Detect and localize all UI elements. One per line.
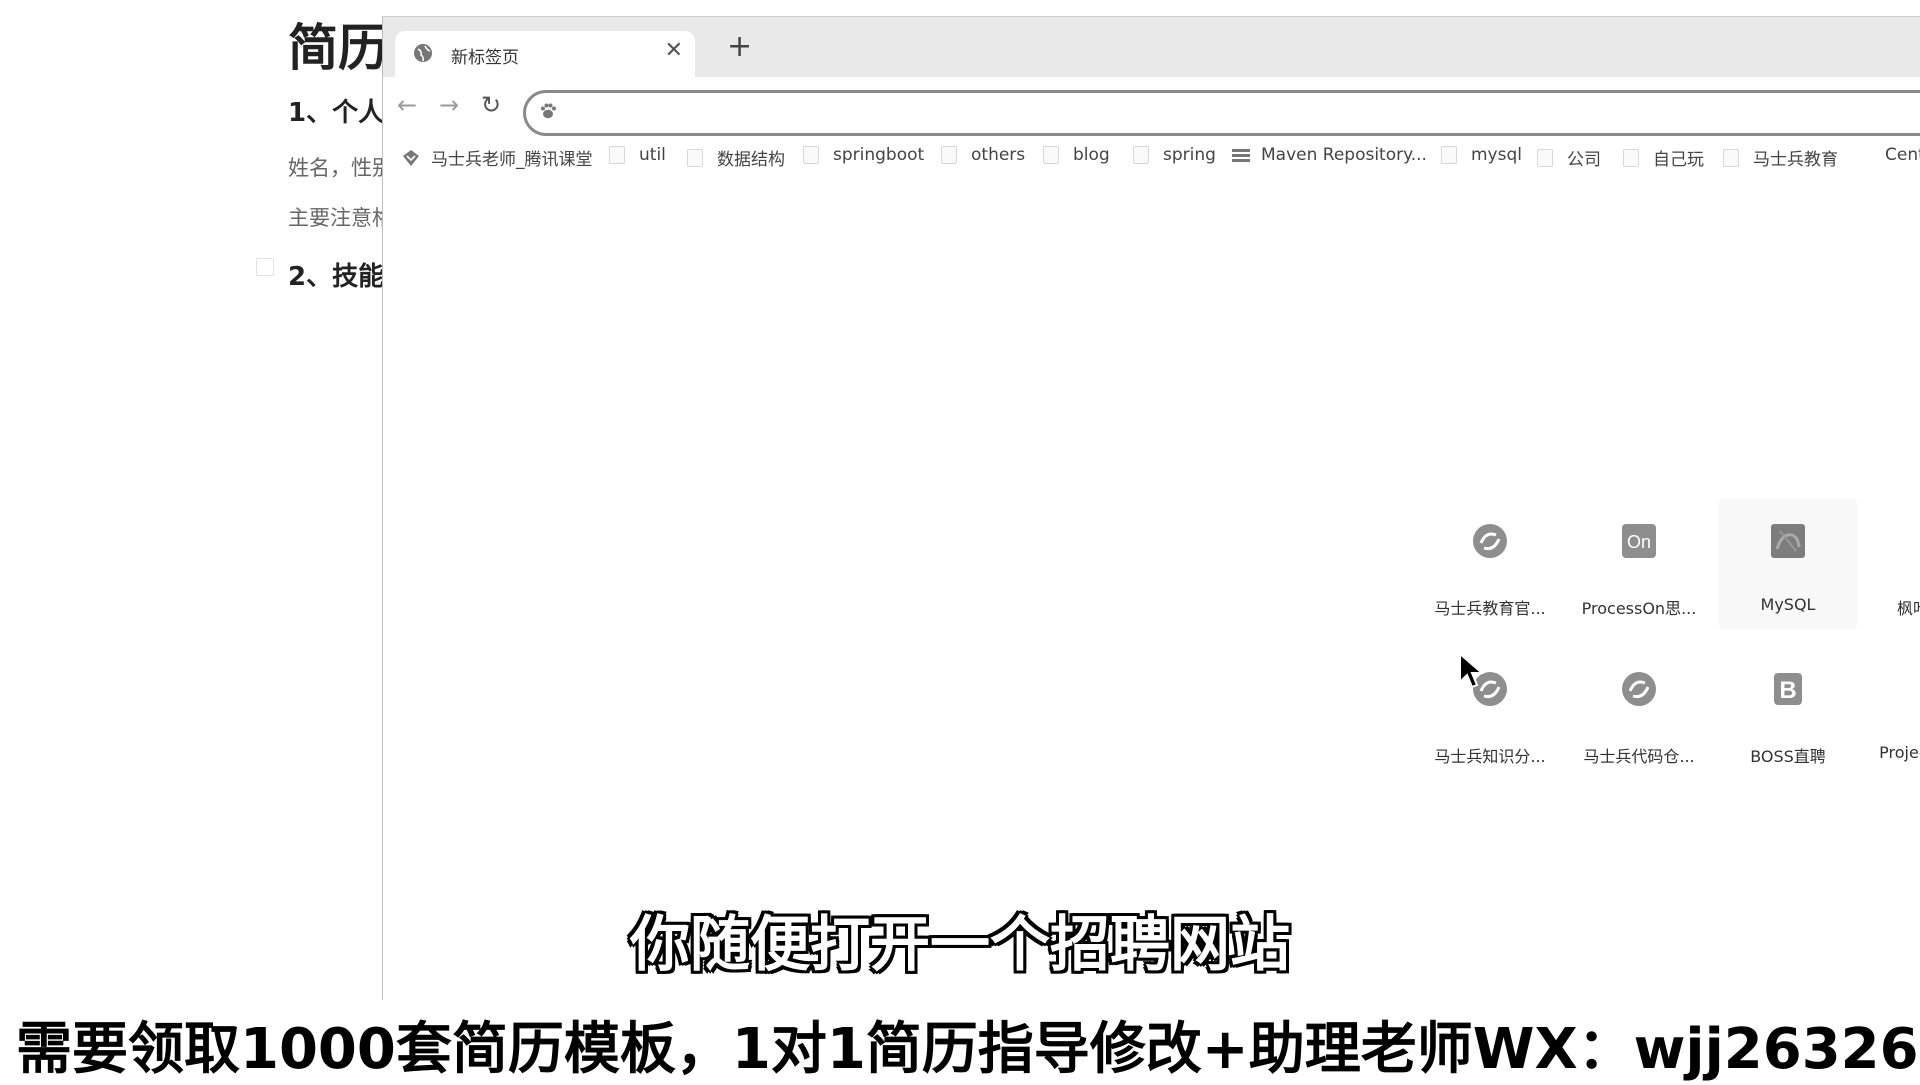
bookmark-label: 自己玩	[1653, 150, 1704, 170]
shortcut-tile[interactable]: 马士兵代码仓...	[1569, 647, 1709, 777]
bookmarks-bar: 马士兵老师_腾讯课堂 util 数据结构 springboot others b…	[383, 141, 1920, 177]
bookmark-label: Maven Repository...	[1261, 145, 1427, 165]
bookmark-label: Cent	[1885, 145, 1920, 165]
maven-icon	[1232, 149, 1250, 162]
address-bar[interactable]	[523, 90, 1920, 136]
shortcut-label: Projects · Da...	[1879, 743, 1920, 762]
reload-icon[interactable]: ↻	[481, 91, 501, 119]
background-document: 简历 1、个人 姓名，性别 主要注意格 2、技能	[0, 0, 400, 1000]
bookmark-label: others	[971, 145, 1026, 165]
shortcut-label: 枫叶云笔记	[1896, 599, 1920, 618]
folder-icon	[803, 146, 819, 164]
bookmark-label: mysql	[1471, 145, 1522, 165]
mouse-cursor-icon	[1459, 652, 1484, 689]
bookmark-item[interactable]: Cent	[1885, 145, 1920, 165]
forward-arrow-icon[interactable]: →	[439, 91, 459, 119]
bookmark-item[interactable]: 马士兵老师_腾讯课堂	[401, 145, 593, 170]
tab-close-icon[interactable]: ✕	[665, 38, 683, 63]
shortcut-tile[interactable]: 马士兵教育官...	[1420, 499, 1560, 629]
bookmark-label: springboot	[833, 145, 925, 165]
bookmark-label: util	[639, 145, 666, 165]
processon-icon: On	[1622, 524, 1656, 558]
folder-icon	[687, 148, 703, 167]
bookmark-folder[interactable]: 马士兵教育	[1723, 145, 1838, 170]
folder-icon	[1133, 146, 1149, 164]
bookmark-label: 马士兵教育	[1753, 150, 1838, 170]
bookmark-folder[interactable]: 公司	[1537, 145, 1601, 170]
bookmark-folder[interactable]: blog	[1043, 145, 1110, 165]
shortcut-label: MySQL	[1760, 595, 1816, 614]
new-tab-button[interactable]: +	[727, 31, 752, 63]
folder-icon	[1623, 148, 1639, 167]
shortcut-label: 马士兵代码仓...	[1583, 747, 1695, 766]
globe-icon	[414, 44, 432, 62]
svg-text:On: On	[1627, 532, 1651, 552]
bookmark-label: 公司	[1567, 150, 1601, 170]
shortcut-tile[interactable]: Projects · Da...	[1867, 647, 1920, 777]
shortcut-label: 马士兵知识分...	[1434, 747, 1546, 766]
baidu-paw-icon	[541, 103, 556, 119]
folder-icon	[1043, 146, 1059, 164]
doc-line-2: 主要注意格	[288, 206, 393, 230]
doc-heading-personal: 1、个人	[288, 98, 385, 128]
tencent-classroom-icon	[403, 149, 419, 166]
shortcut-tile[interactable]: On ProcessOn思...	[1569, 499, 1709, 629]
bookmark-folder[interactable]: util	[609, 145, 666, 165]
shortcut-label: 马士兵教育官...	[1434, 599, 1546, 618]
mysql-icon	[1771, 524, 1805, 558]
promo-banner-text: 需要领取1000套简历模板，1对1简历指导修改+助理老师WX：wjj263264…	[16, 1017, 1920, 1082]
shortcut-tile[interactable]: B BOSS直聘	[1718, 647, 1858, 777]
shortcut-label: BOSS直聘	[1750, 747, 1826, 766]
bookmark-item[interactable]: Maven Repository...	[1231, 145, 1427, 165]
doc-line-1: 姓名，性别	[288, 156, 393, 180]
msb-swirl-icon	[1473, 524, 1507, 558]
shortcut-tile[interactable]: 枫叶云笔记	[1867, 499, 1920, 629]
doc-block-handle-icon[interactable]	[256, 258, 274, 276]
tab-new-tab[interactable]: 新标签页 ✕	[395, 31, 695, 77]
bookmark-label: spring	[1163, 145, 1216, 165]
browser-window: 新标签页 ✕ + ← → ↻ 马士兵老师_腾讯课堂 util 数据结构 spri…	[382, 16, 1920, 1001]
tab-title: 新标签页	[451, 48, 519, 68]
bookmark-label: 马士兵老师_腾讯课堂	[431, 150, 593, 170]
svg-text:B: B	[1779, 677, 1796, 704]
bookmark-folder[interactable]: spring	[1133, 145, 1216, 165]
folder-icon	[1537, 148, 1553, 167]
boss-icon: B	[1774, 673, 1802, 705]
folder-icon	[1441, 146, 1457, 164]
browser-toolbar: ← → ↻	[383, 77, 1920, 141]
bookmark-folder[interactable]: mysql	[1441, 145, 1522, 165]
video-subtitle: 你随便打开一个招聘网站	[630, 910, 1290, 980]
back-arrow-icon[interactable]: ←	[397, 91, 417, 119]
bookmark-label: 数据结构	[717, 150, 785, 170]
shortcut-tile[interactable]: 马士兵知识分...	[1420, 647, 1560, 777]
bookmark-folder[interactable]: 自己玩	[1623, 145, 1704, 170]
bookmark-label: blog	[1073, 145, 1110, 165]
folder-icon	[941, 146, 957, 164]
msb-swirl-icon	[1622, 672, 1656, 706]
shortcut-tile[interactable]: MySQL	[1718, 499, 1858, 629]
doc-title: 简历	[288, 19, 388, 77]
folder-icon	[1723, 148, 1739, 167]
bookmark-folder[interactable]: springboot	[803, 145, 924, 165]
bookmark-folder[interactable]: 数据结构	[687, 145, 785, 170]
doc-heading-skills: 2、技能	[288, 262, 385, 292]
folder-icon	[609, 146, 625, 164]
promo-banner: 需要领取1000套简历模板，1对1简历指导修改+助理老师WX：wjj263264…	[0, 1000, 1920, 1082]
bookmark-folder[interactable]: others	[941, 145, 1025, 165]
tab-strip: 新标签页 ✕ +	[383, 17, 1920, 77]
shortcut-label: ProcessOn思...	[1581, 599, 1697, 618]
